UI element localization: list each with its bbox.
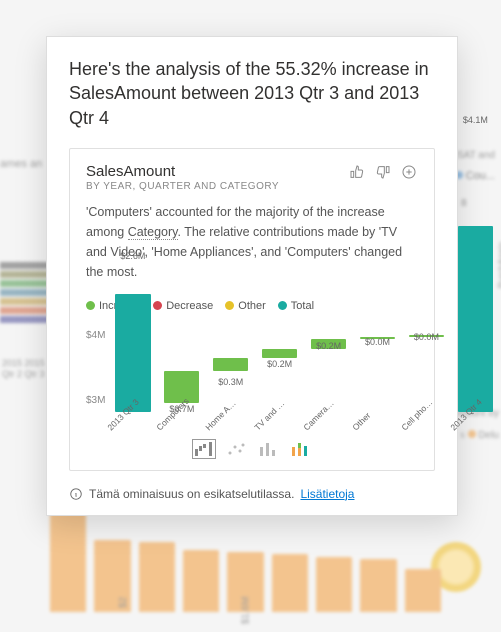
bar-value-label: $0.2M bbox=[316, 341, 341, 351]
bar-value-label: $0.3M bbox=[218, 377, 243, 387]
y-axis: $4M $3M bbox=[86, 326, 105, 416]
chart-type-stacked-icon[interactable] bbox=[289, 440, 311, 458]
card-description: 'Computers' accounted for the majority o… bbox=[86, 202, 418, 282]
bar-value-label: $2.6M bbox=[120, 251, 145, 261]
bg-xaxis: 2015 2015 Qtr 2 Qtr 3 bbox=[2, 358, 45, 380]
bg-stacked-lines bbox=[0, 260, 50, 340]
bar-col: $4.1M bbox=[454, 226, 497, 412]
bg-small-1: $2 bbox=[118, 597, 129, 608]
chart-type-column-icon[interactable] bbox=[257, 440, 279, 458]
card-subheading: BY YEAR, QUARTER AND CATEGORY bbox=[86, 181, 279, 192]
bar bbox=[262, 349, 297, 358]
bar bbox=[458, 226, 493, 412]
bg-text: ames an bbox=[0, 158, 42, 170]
thumbs-down-icon[interactable] bbox=[374, 163, 392, 181]
card-actions bbox=[348, 163, 418, 181]
bg-right-axis: PurchAgain bbox=[497, 242, 501, 289]
legend-total: Total bbox=[278, 300, 314, 312]
footer-text: Tämä ominaisuus on esikatselutilassa. bbox=[89, 487, 294, 501]
info-icon bbox=[69, 487, 83, 501]
card-heading: SalesAmount bbox=[86, 163, 279, 180]
add-icon[interactable] bbox=[400, 163, 418, 181]
chart-type-scatter-icon[interactable] bbox=[225, 440, 247, 458]
waterfall-chart: $4M $3M $2.6M$0.7M$0.3M$0.2M$0.2M$0.0M$0… bbox=[86, 326, 418, 426]
insight-card: SalesAmount BY YEAR, QUARTER AND CATEGOR… bbox=[69, 148, 435, 471]
popup-title: Here's the analysis of the 55.32% increa… bbox=[69, 57, 435, 130]
bg-small-2: $1.6M bbox=[240, 597, 251, 625]
category-link[interactable]: Category bbox=[128, 225, 178, 240]
bar-value-label: $0.0M bbox=[414, 332, 439, 342]
bar bbox=[115, 294, 150, 412]
analysis-popup: Here's the analysis of the 55.32% increa… bbox=[46, 36, 458, 516]
chart-type-waterfall-icon[interactable] bbox=[193, 440, 215, 458]
legend-decrease: Decrease bbox=[153, 300, 213, 312]
learn-more-link[interactable]: Lisätietoja bbox=[300, 487, 354, 501]
legend-other: Other bbox=[225, 300, 266, 312]
preview-footer: Tämä ominaisuus on esikatselutilassa. Li… bbox=[69, 483, 435, 501]
bar bbox=[213, 358, 248, 372]
bg-right-2: Cou... bbox=[455, 170, 495, 182]
card-header: SalesAmount BY YEAR, QUARTER AND CATEGOR… bbox=[86, 163, 418, 192]
thumbs-up-icon[interactable] bbox=[348, 163, 366, 181]
bar-value-label: $0.0M bbox=[365, 337, 390, 347]
chart-bars: $2.6M$0.7M$0.3M$0.2M$0.2M$0.0M$0.0M$4.1M bbox=[111, 326, 496, 412]
bar-value-label: $4.1M bbox=[463, 115, 488, 125]
bar-col: $2.6M bbox=[111, 294, 154, 412]
x-axis-labels: 2013 Qtr 3ComputersHome Appli...TV and V… bbox=[111, 414, 496, 440]
bar-value-label: $0.2M bbox=[267, 359, 292, 369]
